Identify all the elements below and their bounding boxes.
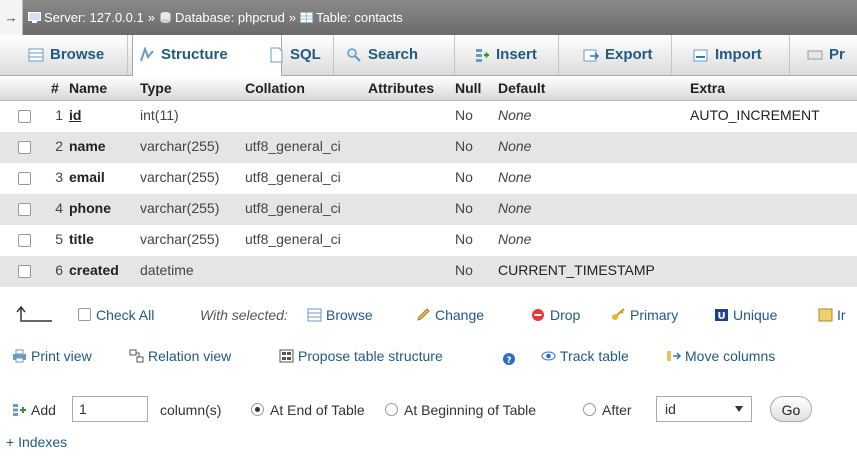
row-checkbox[interactable]	[18, 110, 31, 123]
relation-icon	[129, 349, 144, 363]
row-checkbox[interactable]	[18, 265, 31, 278]
index-icon	[818, 308, 833, 322]
arrow-corner-icon	[16, 306, 52, 322]
row-checkbox[interactable]	[18, 203, 31, 216]
pencil-icon	[417, 308, 430, 321]
tab-search[interactable]: Search	[340, 35, 418, 75]
col-attributes[interactable]: Attributes	[368, 80, 434, 96]
breadcrumb-separator: »	[288, 10, 297, 25]
browse-selected-button[interactable]: Browse	[307, 307, 373, 323]
col-name[interactable]: Name	[69, 80, 107, 96]
tab-import[interactable]: Import	[687, 35, 762, 75]
col-type[interactable]: Type	[140, 80, 172, 96]
drop-selected-button[interactable]: Drop	[531, 307, 580, 323]
table-row[interactable]: 1 id int(11) No None AUTO_INCREMENT	[0, 101, 857, 132]
change-selected-button[interactable]: Change	[416, 307, 484, 323]
add-columns-bar: Add 1 column(s) At End of Table At Begin…	[0, 396, 857, 428]
table-row[interactable]: 2 name varchar(255) utf8_general_ci No N…	[0, 132, 857, 163]
add-column-icon	[13, 404, 26, 416]
indexes-link[interactable]: + Indexes	[6, 434, 67, 450]
index-selected-button[interactable]: Ir	[818, 307, 846, 323]
drop-icon	[532, 309, 544, 321]
printer-icon	[13, 349, 26, 363]
row-checkbox[interactable]	[18, 172, 31, 185]
propose-structure-icon	[279, 349, 294, 363]
col-extra[interactable]: Extra	[690, 80, 725, 96]
propose-structure-link[interactable]: Propose table structure	[279, 348, 443, 364]
col-num[interactable]: #	[51, 80, 59, 96]
tab-bar: Browse Structure SQL Search Insert Expor…	[0, 35, 857, 76]
field-name[interactable]: email	[69, 169, 105, 185]
table-row[interactable]: 6 created datetime No CURRENT_TIMESTAMP	[0, 256, 857, 287]
chevron-down-icon	[735, 406, 743, 412]
unique-selected-button[interactable]: U Unique	[714, 307, 777, 323]
breadcrumb-server[interactable]: Server: 127.0.0.1	[44, 10, 144, 25]
breadcrumb-separator: »	[147, 10, 155, 25]
go-button[interactable]: Go	[770, 396, 812, 422]
tab-privileges[interactable]: Pr	[801, 35, 845, 75]
actions-bar: Print view Relation view Propose table s…	[0, 344, 857, 372]
eye-icon	[541, 351, 556, 361]
add-label: Add	[12, 402, 56, 418]
table-row[interactable]: 4 phone varchar(255) utf8_general_ci No …	[0, 194, 857, 225]
table-icon	[300, 12, 314, 23]
print-view-link[interactable]: Print view	[12, 348, 92, 364]
after-radio[interactable]: After	[583, 402, 632, 418]
import-icon	[693, 49, 708, 62]
field-name[interactable]: name	[69, 138, 106, 154]
help-icon[interactable]: ?	[502, 352, 516, 366]
svg-text:U: U	[717, 311, 725, 322]
col-default[interactable]: Default	[498, 80, 545, 96]
svg-text:?: ?	[506, 356, 511, 366]
tab-export[interactable]: Export	[577, 35, 653, 75]
privileges-icon	[807, 50, 823, 60]
tab-browse[interactable]: Browse	[22, 35, 104, 75]
track-table-link[interactable]: Track table	[541, 348, 629, 364]
check-all-checkbox[interactable]: Check All	[78, 307, 154, 323]
selection-toolbar: Check All With selected: Browse Change D…	[0, 300, 857, 332]
field-name[interactable]: title	[69, 231, 94, 247]
table-row[interactable]: 3 email varchar(255) utf8_general_ci No …	[0, 163, 857, 194]
field-name[interactable]: id	[69, 107, 81, 123]
field-name[interactable]: phone	[69, 200, 111, 216]
with-selected-label: With selected:	[200, 307, 288, 323]
browse-icon	[28, 48, 44, 62]
database-icon	[160, 12, 171, 23]
col-null[interactable]: Null	[455, 80, 481, 96]
sql-icon	[270, 47, 283, 63]
after-field-select[interactable]: id	[656, 396, 752, 422]
export-icon	[583, 49, 599, 62]
at-end-radio[interactable]: At End of Table	[251, 402, 365, 418]
add-count-input[interactable]: 1	[72, 396, 148, 422]
tab-sql[interactable]: SQL	[262, 35, 321, 75]
arrow-icon[interactable]: →	[0, 0, 23, 35]
move-columns-icon	[667, 351, 681, 361]
breadcrumb-database[interactable]: Database: phpcrud	[175, 10, 285, 25]
columns-label: column(s)	[160, 402, 222, 418]
breadcrumb-table[interactable]: Table: contacts	[316, 10, 403, 25]
search-icon	[347, 48, 361, 62]
insert-icon	[476, 49, 489, 62]
table-row[interactable]: 5 title varchar(255) utf8_general_ci No …	[0, 225, 857, 256]
row-checkbox[interactable]	[18, 141, 31, 154]
tab-insert[interactable]: Insert	[468, 35, 537, 75]
primary-selected-button[interactable]: Primary	[611, 307, 678, 323]
key-icon	[612, 308, 625, 320]
server-icon	[28, 12, 41, 23]
structure-icon	[140, 47, 154, 62]
unique-icon: U	[715, 309, 728, 322]
row-checkbox[interactable]	[18, 234, 31, 247]
col-collation[interactable]: Collation	[245, 80, 305, 96]
at-beginning-radio[interactable]: At Beginning of Table	[385, 402, 536, 418]
breadcrumb: → Server: 127.0.0.1» Database: phpcrud» Ta…	[0, 0, 857, 35]
table-header: # Name Type Collation Attributes Null De…	[0, 76, 857, 101]
move-columns-link[interactable]: Move columns	[666, 348, 775, 364]
field-name[interactable]: created	[69, 262, 119, 278]
browse-icon	[307, 308, 322, 322]
tab-structure[interactable]: Structure	[132, 35, 282, 76]
relation-view-link[interactable]: Relation view	[129, 348, 231, 364]
